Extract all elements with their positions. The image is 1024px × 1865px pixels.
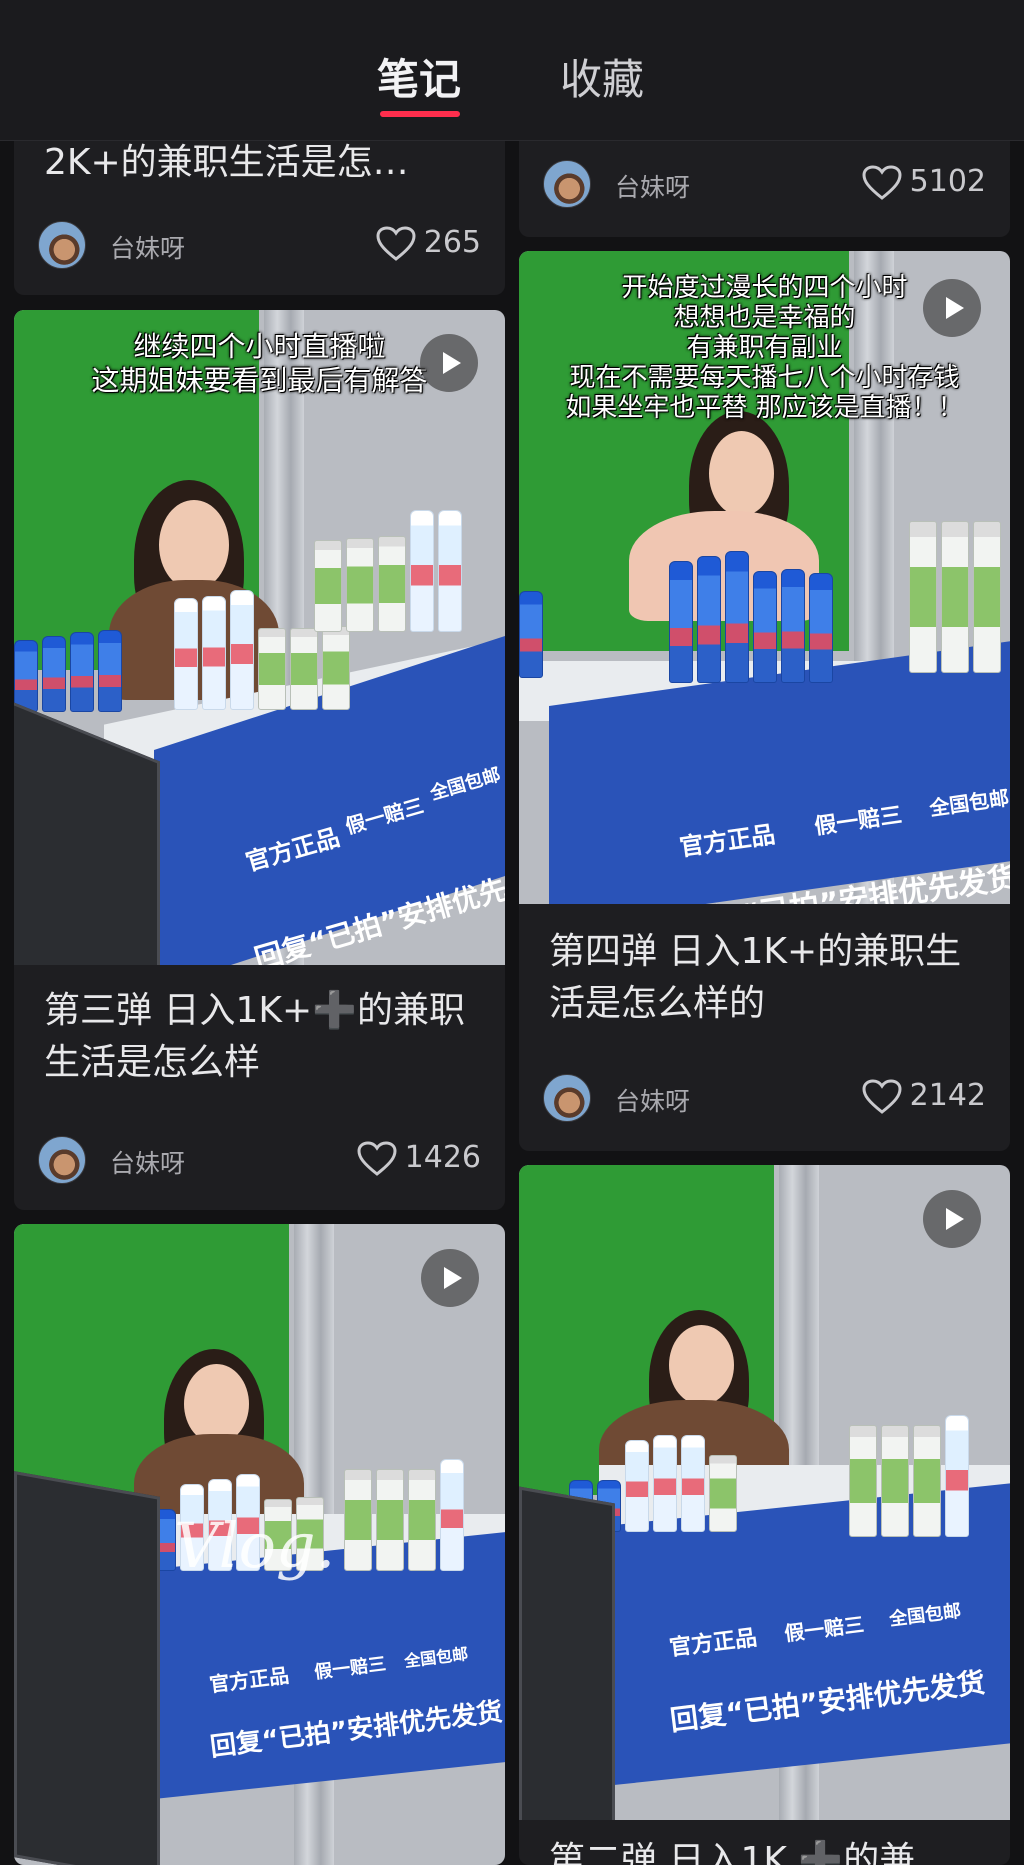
overlay-caption: 现在不需要每天播七八个小时存钱 (569, 363, 960, 393)
note-card[interactable]: 2K+的兼职生活是怎… 台妹呀 265 (14, 125, 505, 295)
tab-notes[interactable]: 笔记 (377, 46, 461, 107)
avatar[interactable] (38, 221, 86, 269)
author-name[interactable]: 台妹呀 (110, 229, 185, 265)
heart-icon (862, 164, 902, 200)
heart-icon (357, 1140, 397, 1176)
author-name[interactable]: 台妹呀 (615, 168, 690, 204)
avatar[interactable] (543, 160, 591, 208)
note-card[interactable]: 台妹呀 5102 (519, 125, 1010, 237)
note-meta: 台妹呀 1426 (38, 1128, 481, 1188)
play-icon[interactable] (420, 334, 478, 392)
heart-icon (862, 1078, 902, 1114)
like-count: 1426 (404, 1140, 481, 1175)
avatar[interactable] (38, 1136, 86, 1184)
play-icon[interactable] (421, 1249, 479, 1307)
note-card[interactable]: 官方正品 假一赔三 全国包邮 回复“已拍”安排优先发货 Vlog. (14, 1224, 505, 1865)
like-count: 265 (423, 225, 481, 260)
active-tab-indicator (380, 111, 460, 117)
like-count: 2142 (909, 1078, 986, 1113)
overlay-caption: 如果坐牢也平替 那应该是直播！！ (565, 393, 964, 423)
like-count-button[interactable]: 5102 (862, 164, 986, 201)
play-icon[interactable] (923, 279, 981, 337)
like-count: 5102 (909, 164, 986, 199)
note-cover-image[interactable]: 官方正品 假一赔三 全国包邮 回复“已拍”安排优先发货 开始度过漫长的四个小时 … (519, 251, 1010, 904)
top-tab-bar: 笔记 收藏 (0, 0, 1024, 141)
note-card[interactable]: 官方正品 假一赔三 全国包邮 回复“已拍”安排优先发货 开始度过漫长的四个小时 … (519, 251, 1010, 1151)
play-icon[interactable] (923, 1190, 981, 1248)
note-title: 第三弹 日入1K+➕的兼职生活是怎么样 (44, 990, 465, 1083)
note-cover-image[interactable]: 官方正品 假一赔三 全国包邮 回复“已拍”安排优先发货 (519, 1165, 1010, 1820)
author-name[interactable]: 台妹呀 (615, 1082, 690, 1118)
like-count-button[interactable]: 2142 (862, 1078, 986, 1115)
heart-icon (376, 225, 416, 261)
note-cover-image[interactable]: 官方正品 假一赔三 全国包邮 回复“已拍”安排优先发货 Vlog. (14, 1224, 505, 1865)
note-meta: 台妹呀 5102 (543, 152, 986, 212)
avatar[interactable] (543, 1074, 591, 1122)
note-card[interactable]: 官方正品 假一赔三 全国包邮 回复“已拍”安排优先发货 继续四个小时直播啦 这期… (14, 310, 505, 1210)
note-cover-image[interactable]: 官方正品 假一赔三 全国包邮 回复“已拍”安排优先发货 继续四个小时直播啦 这期… (14, 310, 505, 965)
note-card[interactable]: 官方正品 假一赔三 全国包邮 回复“已拍”安排优先发货 第二弹 日入1K ➕的兼 (519, 1165, 1010, 1865)
vlog-watermark: Vlog. (174, 1509, 336, 1582)
note-meta: 台妹呀 265 (38, 213, 481, 273)
note-title: 第二弹 日入1K ➕的兼 (549, 1840, 916, 1865)
note-title: 第四弹 日入1K+的兼职生活是怎么样的 (549, 931, 962, 1024)
author-name[interactable]: 台妹呀 (110, 1144, 185, 1180)
note-title: 2K+的兼职生活是怎… (44, 142, 409, 183)
like-count-button[interactable]: 265 (376, 225, 481, 262)
note-meta: 台妹呀 2142 (543, 1066, 986, 1126)
overlay-caption: 有兼职有副业 (686, 333, 843, 363)
like-count-button[interactable]: 1426 (357, 1140, 481, 1177)
tab-favorites[interactable]: 收藏 (560, 46, 644, 107)
